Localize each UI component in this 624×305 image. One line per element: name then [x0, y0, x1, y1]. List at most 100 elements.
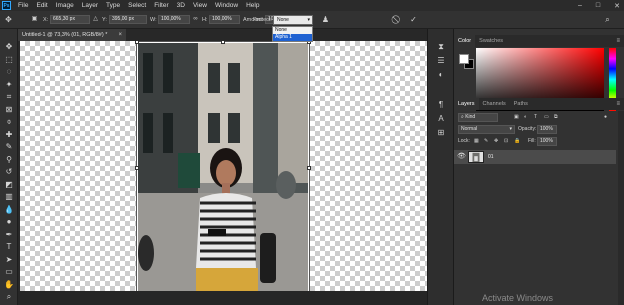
photoshop-logo: Ps: [2, 1, 11, 10]
maximize-button[interactable]: □: [596, 2, 600, 9]
horizontal-scroll-area[interactable]: [18, 291, 427, 305]
panel-menu-icon[interactable]: ≡: [616, 98, 620, 110]
menu-filter[interactable]: Filter: [150, 0, 172, 11]
magic-wand-tool-icon[interactable]: ✦: [4, 80, 14, 90]
properties-panel-icon[interactable]: ☰: [436, 56, 446, 66]
adjustments-panel-icon[interactable]: ◐: [436, 70, 446, 80]
path-selection-tool-icon[interactable]: ➤: [4, 255, 14, 265]
foreground-color-swatch[interactable]: [459, 54, 469, 64]
menu-type[interactable]: Type: [102, 0, 124, 11]
menu-help[interactable]: Help: [242, 0, 263, 11]
eyedropper-tool-icon[interactable]: ⌽: [4, 117, 14, 127]
protect-option-none[interactable]: None: [273, 27, 312, 34]
minimize-button[interactable]: –: [578, 2, 582, 9]
move-tool-preset-icon[interactable]: ✥: [4, 15, 13, 24]
search-icon[interactable]: ⌕: [603, 15, 612, 24]
healing-brush-tool-icon[interactable]: ✚: [4, 130, 14, 140]
menu-file[interactable]: File: [14, 0, 32, 11]
layer-filter-kind[interactable]: ⌕ Kind: [458, 113, 498, 122]
eye-icon[interactable]: 👁: [457, 153, 466, 161]
lock-artboard-icon[interactable]: ⊡: [504, 137, 508, 146]
menu-layer[interactable]: Layer: [78, 0, 102, 11]
x-field[interactable]: 665,30 px: [50, 15, 90, 24]
hand-tool-icon[interactable]: ✋: [4, 280, 14, 290]
lock-transparency-icon[interactable]: ▦: [474, 137, 479, 146]
libraries-panel-icon[interactable]: ⊞: [436, 128, 446, 138]
width-field[interactable]: 100,00%: [158, 15, 190, 24]
filter-adjustment-icon[interactable]: ◐: [524, 113, 527, 122]
tab-layers[interactable]: Layers: [454, 98, 479, 110]
crop-tool-icon[interactable]: ⌗: [4, 92, 14, 102]
history-panel-icon[interactable]: ⧗: [436, 42, 446, 52]
filter-toggle-icon[interactable]: ●: [604, 113, 607, 122]
dodge-tool-icon[interactable]: ●: [4, 217, 14, 227]
link-icon[interactable]: ∞: [191, 15, 200, 24]
transform-handle[interactable]: [135, 41, 139, 44]
menu-select[interactable]: Select: [124, 0, 150, 11]
transform-handle[interactable]: [135, 166, 139, 170]
type-tool-icon[interactable]: T: [4, 242, 14, 252]
menu-image[interactable]: Image: [52, 0, 78, 11]
gradient-tool-icon[interactable]: ▥: [4, 192, 14, 202]
lock-position-icon[interactable]: ✥: [494, 137, 498, 146]
close-document-button[interactable]: ×: [118, 29, 122, 41]
tab-paths[interactable]: Paths: [510, 98, 532, 110]
transform-handle[interactable]: [307, 166, 311, 170]
protect-dropdown-menu: None Alpha 1: [272, 26, 313, 42]
tab-swatches[interactable]: Swatches: [475, 35, 507, 47]
filter-image-icon[interactable]: ▣: [514, 113, 519, 122]
canvas-area[interactable]: [18, 41, 427, 291]
color-panel-tabs: Color Swatches ≡: [454, 35, 624, 47]
menu-edit[interactable]: Edit: [32, 0, 51, 11]
paragraph-panel-icon[interactable]: ¶: [436, 100, 446, 110]
delta-icon[interactable]: △: [91, 15, 100, 24]
lock-pixels-icon[interactable]: ✎: [484, 137, 488, 146]
tab-color[interactable]: Color: [454, 35, 476, 47]
lock-all-icon[interactable]: 🔒: [514, 137, 520, 146]
reference-point-icon[interactable]: ▣: [30, 15, 39, 24]
layer-row[interactable]: 👁 01: [454, 150, 616, 164]
fill-field[interactable]: 100%: [537, 137, 557, 146]
brush-tool-icon[interactable]: ✎: [4, 142, 14, 152]
lasso-tool-icon[interactable]: ◌: [4, 67, 14, 77]
filter-shape-icon[interactable]: ▭: [544, 113, 549, 122]
y-field[interactable]: 395,00 px: [109, 15, 147, 24]
clone-stamp-tool-icon[interactable]: ⚲: [4, 155, 14, 165]
chevron-down-icon: ▾: [509, 126, 512, 132]
opacity-field[interactable]: 100%: [537, 125, 557, 134]
marquee-tool-icon[interactable]: ⬚: [4, 55, 14, 65]
character-panel-icon[interactable]: A: [436, 114, 446, 124]
lock-label: Lock:: [458, 138, 470, 144]
frame-tool-icon[interactable]: ⊠: [4, 105, 14, 115]
window-controls: – □ ✕: [578, 0, 620, 11]
document-title: Untitled-1 @ 73,3% (01, RGB/8#) *: [22, 32, 108, 38]
filter-smart-object-icon[interactable]: ⧉: [554, 113, 558, 122]
close-window-button[interactable]: ✕: [614, 2, 620, 10]
menu-window[interactable]: Window: [211, 0, 242, 11]
layers-scrollbar[interactable]: [618, 111, 624, 305]
protect-select[interactable]: None ▾: [273, 15, 313, 25]
move-tool-icon[interactable]: ✥: [4, 42, 14, 52]
protect-tones-icon[interactable]: ♟: [321, 15, 330, 24]
protect-option-alpha1[interactable]: Alpha 1: [273, 34, 312, 41]
cancel-icon[interactable]: ⃠: [393, 15, 402, 24]
checkmark-icon[interactable]: ✓: [409, 15, 418, 24]
pen-tool-icon[interactable]: ✒: [4, 230, 14, 240]
transform-handle[interactable]: [221, 41, 225, 44]
blur-tool-icon[interactable]: 💧: [4, 205, 14, 215]
rectangle-tool-icon[interactable]: ▭: [4, 267, 14, 277]
panel-menu-icon[interactable]: ≡: [616, 35, 620, 47]
menu-3d[interactable]: 3D: [173, 0, 189, 11]
history-brush-tool-icon[interactable]: ↺: [4, 167, 14, 177]
zoom-tool-icon[interactable]: ⌕: [4, 292, 14, 302]
menu-view[interactable]: View: [189, 0, 211, 11]
opacity-label: Opacity:: [518, 126, 537, 132]
layer-name[interactable]: 01: [488, 150, 494, 164]
filter-type-icon[interactable]: T: [534, 113, 537, 122]
document-tab[interactable]: Untitled-1 @ 73,3% (01, RGB/8#) * ×: [18, 29, 126, 41]
height-field[interactable]: 100,00%: [209, 15, 240, 24]
blend-mode-select[interactable]: Normal ▾: [458, 125, 515, 134]
eraser-tool-icon[interactable]: ◩: [4, 180, 14, 190]
layer-photo[interactable]: [138, 43, 308, 291]
tab-channels[interactable]: Channels: [479, 98, 510, 110]
